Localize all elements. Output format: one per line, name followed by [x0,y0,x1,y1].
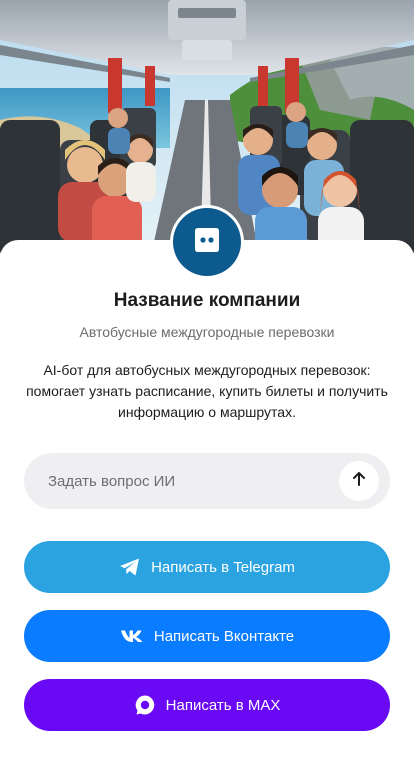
send-button[interactable] [339,461,379,501]
telegram-button[interactable]: Написать в Telegram [24,541,390,593]
telegram-button-label: Написать в Telegram [151,558,295,576]
vk-button-label: Написать Вконтакте [153,627,295,645]
max-button-label: Написать в MAX [165,696,281,714]
ask-ai-input[interactable] [24,453,324,509]
arrow-up-icon [351,471,367,492]
vk-button[interactable]: Написать Вконтакте [24,610,390,662]
company-subtitle: Автобусные междугородные перевозки [79,324,335,340]
chat-bot-icon [192,225,222,260]
max-icon [134,694,156,716]
company-description: AI-бот для автобусных междугородных пере… [26,362,388,420]
ask-ai-field [24,453,390,509]
max-button[interactable]: Написать в MAX [24,679,390,731]
company-name: Название компании [113,290,301,311]
vk-icon [120,629,144,643]
company-avatar [170,205,244,279]
telegram-icon [119,557,141,577]
